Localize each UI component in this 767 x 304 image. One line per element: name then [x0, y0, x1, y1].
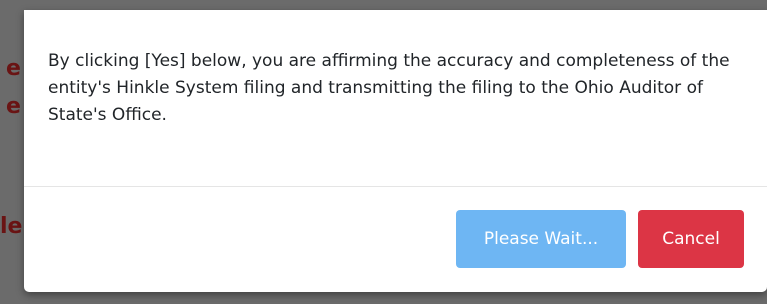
please-wait-button[interactable]: Please Wait...	[456, 210, 626, 268]
dialog-message: By clicking [Yes] below, you are affirmi…	[48, 51, 730, 125]
confirmation-dialog: By clicking [Yes] below, you are affirmi…	[24, 10, 767, 292]
background-text-fragment: e	[6, 56, 21, 81]
background-text-fragment: e	[6, 94, 21, 119]
background-text-fragment: le	[0, 214, 23, 239]
cancel-button[interactable]: Cancel	[638, 210, 744, 268]
dialog-footer-divider	[24, 186, 767, 187]
